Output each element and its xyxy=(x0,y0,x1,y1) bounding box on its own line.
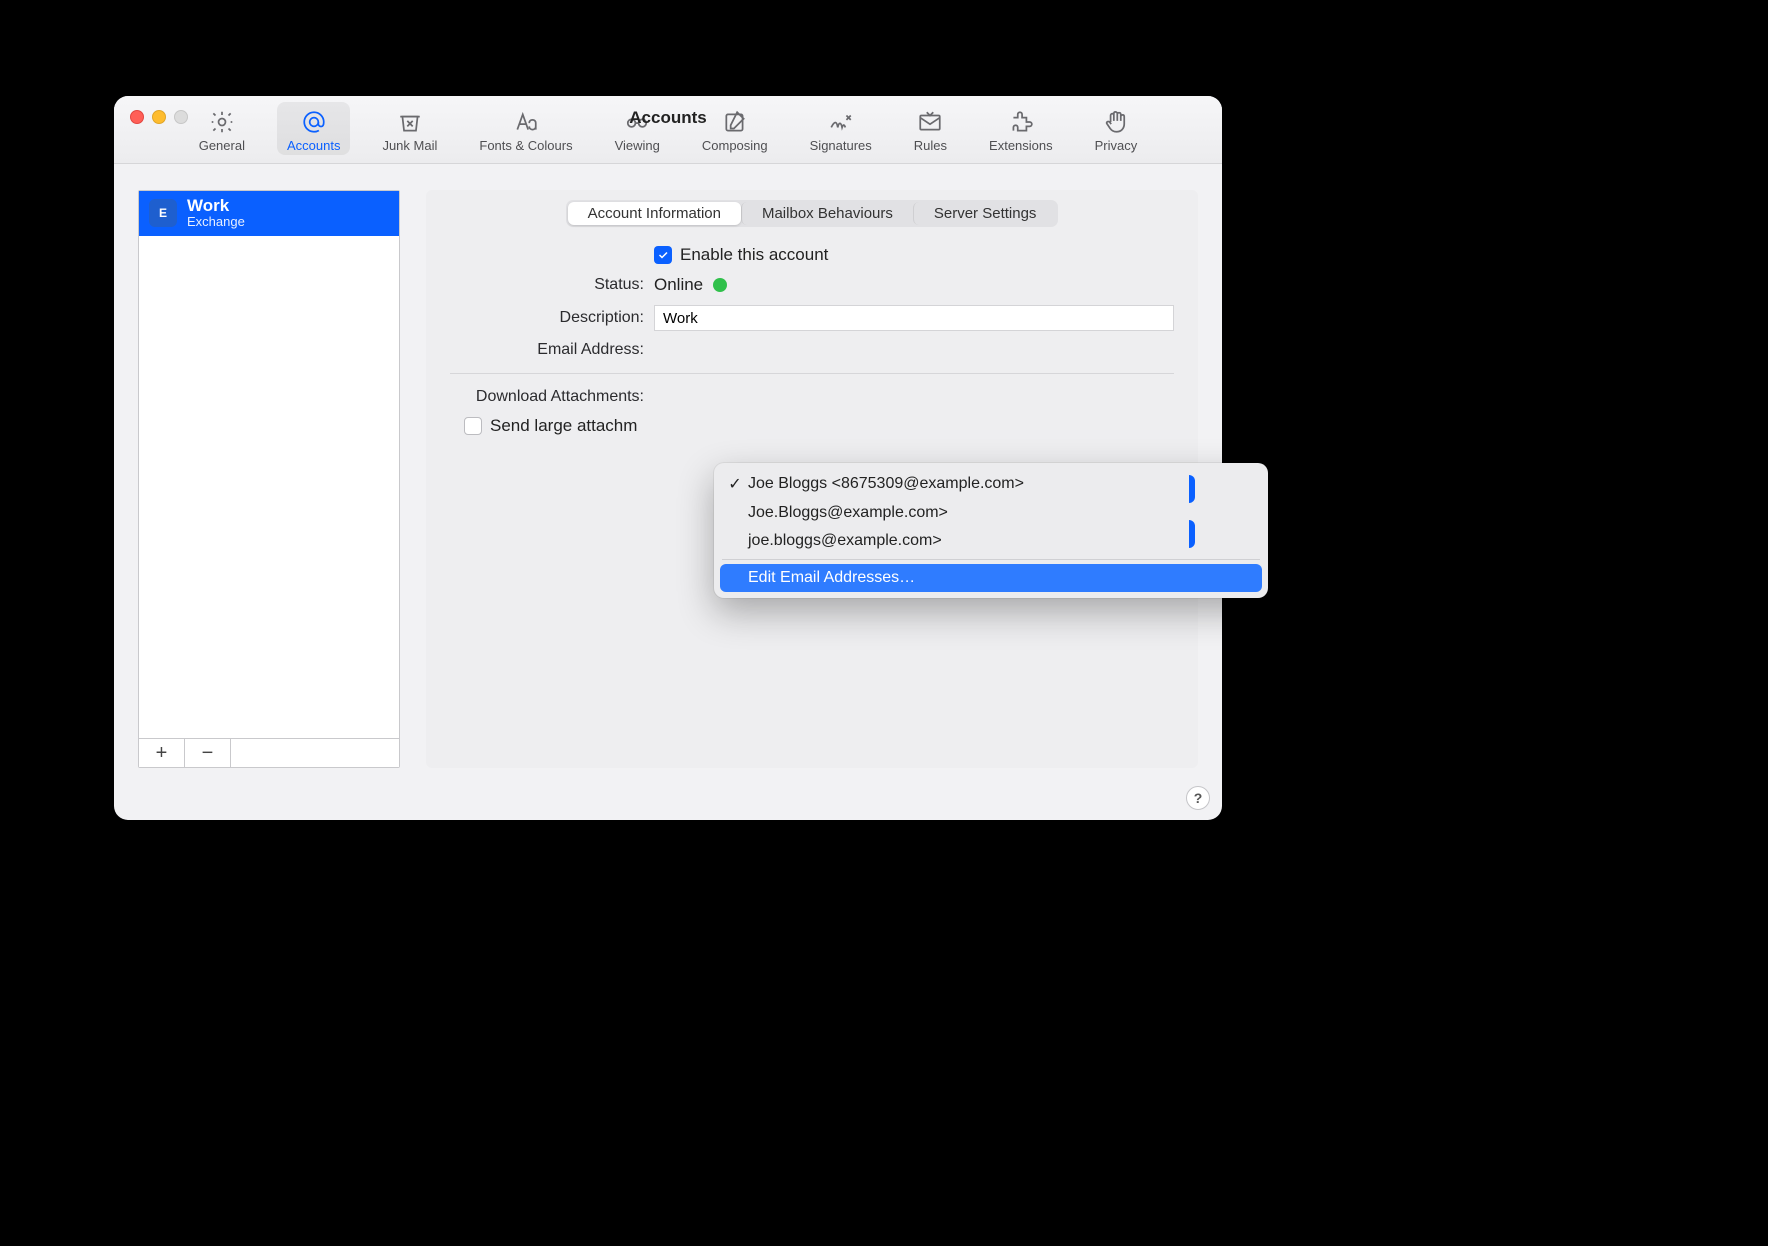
toolbar-label: Privacy xyxy=(1095,138,1138,153)
download-attachments-popup-button[interactable] xyxy=(1189,520,1195,548)
send-large-attachments-checkbox[interactable] xyxy=(464,417,482,435)
send-large-attachments-label: Send large attachm xyxy=(490,416,637,436)
checkmark-icon: ✓ xyxy=(726,474,744,494)
status-indicator-icon xyxy=(713,278,727,292)
tab-account-information[interactable]: Account Information xyxy=(568,202,741,225)
tab-mailbox-behaviours[interactable]: Mailbox Behaviours xyxy=(741,202,913,225)
toolbar-label: Fonts & Colours xyxy=(479,138,572,153)
add-account-button[interactable]: + xyxy=(139,739,185,767)
preferences-window: General Accounts Junk Mail Fonts & Colou… xyxy=(114,96,1222,820)
exchange-icon: E xyxy=(149,199,177,227)
remove-account-button[interactable]: − xyxy=(185,739,231,767)
toolbar-label: Rules xyxy=(914,138,947,153)
divider xyxy=(450,373,1174,374)
toolbar-label: Signatures xyxy=(810,138,872,153)
toolbar-label: Junk Mail xyxy=(382,138,437,153)
accounts-sidebar: E Work Exchange + − xyxy=(138,190,400,768)
download-attachments-label: Download Attachments: xyxy=(450,388,654,406)
email-option-label: Joe.Bloggs@example.com> xyxy=(748,504,948,522)
question-mark-icon: ? xyxy=(1194,790,1203,806)
toolbar-label: Extensions xyxy=(989,138,1053,153)
status-label: Status: xyxy=(450,276,654,294)
account-list-item[interactable]: E Work Exchange xyxy=(139,191,399,236)
account-subtitle: Exchange xyxy=(187,215,245,229)
edit-email-addresses-menu-item[interactable]: Edit Email Addresses… xyxy=(720,564,1262,592)
email-address-popup-button[interactable] xyxy=(1189,475,1195,503)
enable-account-checkbox[interactable] xyxy=(654,246,672,264)
sidebar-footer-spacer xyxy=(231,739,399,767)
menu-separator xyxy=(722,559,1260,560)
toolbar-label: Composing xyxy=(702,138,768,153)
edit-email-addresses-label: Edit Email Addresses… xyxy=(748,569,915,587)
toolbar-label: Accounts xyxy=(287,138,340,153)
email-option[interactable]: Joe.Bloggs@example.com> xyxy=(720,499,1262,527)
toolbar: General Accounts Junk Mail Fonts & Colou… xyxy=(114,96,1222,164)
email-option-label: joe.bloggs@example.com> xyxy=(748,532,942,550)
email-option-label: Joe Bloggs <8675309@example.com> xyxy=(748,475,1024,493)
toolbar-label: General xyxy=(199,138,245,153)
tab-server-settings[interactable]: Server Settings xyxy=(913,202,1057,225)
enable-account-label: Enable this account xyxy=(680,245,828,265)
description-field[interactable] xyxy=(654,305,1174,331)
help-button[interactable]: ? xyxy=(1186,786,1210,810)
window-title: Accounts xyxy=(114,108,1222,128)
status-value: Online xyxy=(654,275,703,295)
account-name: Work xyxy=(187,197,245,215)
email-address-label: Email Address: xyxy=(450,341,654,359)
email-address-dropdown: ✓ Joe Bloggs <8675309@example.com> Joe.B… xyxy=(714,463,1268,598)
email-option[interactable]: ✓ Joe Bloggs <8675309@example.com> xyxy=(720,469,1262,499)
description-label: Description: xyxy=(450,309,654,327)
toolbar-label: Viewing xyxy=(615,138,660,153)
email-option[interactable]: joe.bloggs@example.com> xyxy=(720,527,1262,555)
account-tabs: Account Information Mailbox Behaviours S… xyxy=(566,200,1059,227)
